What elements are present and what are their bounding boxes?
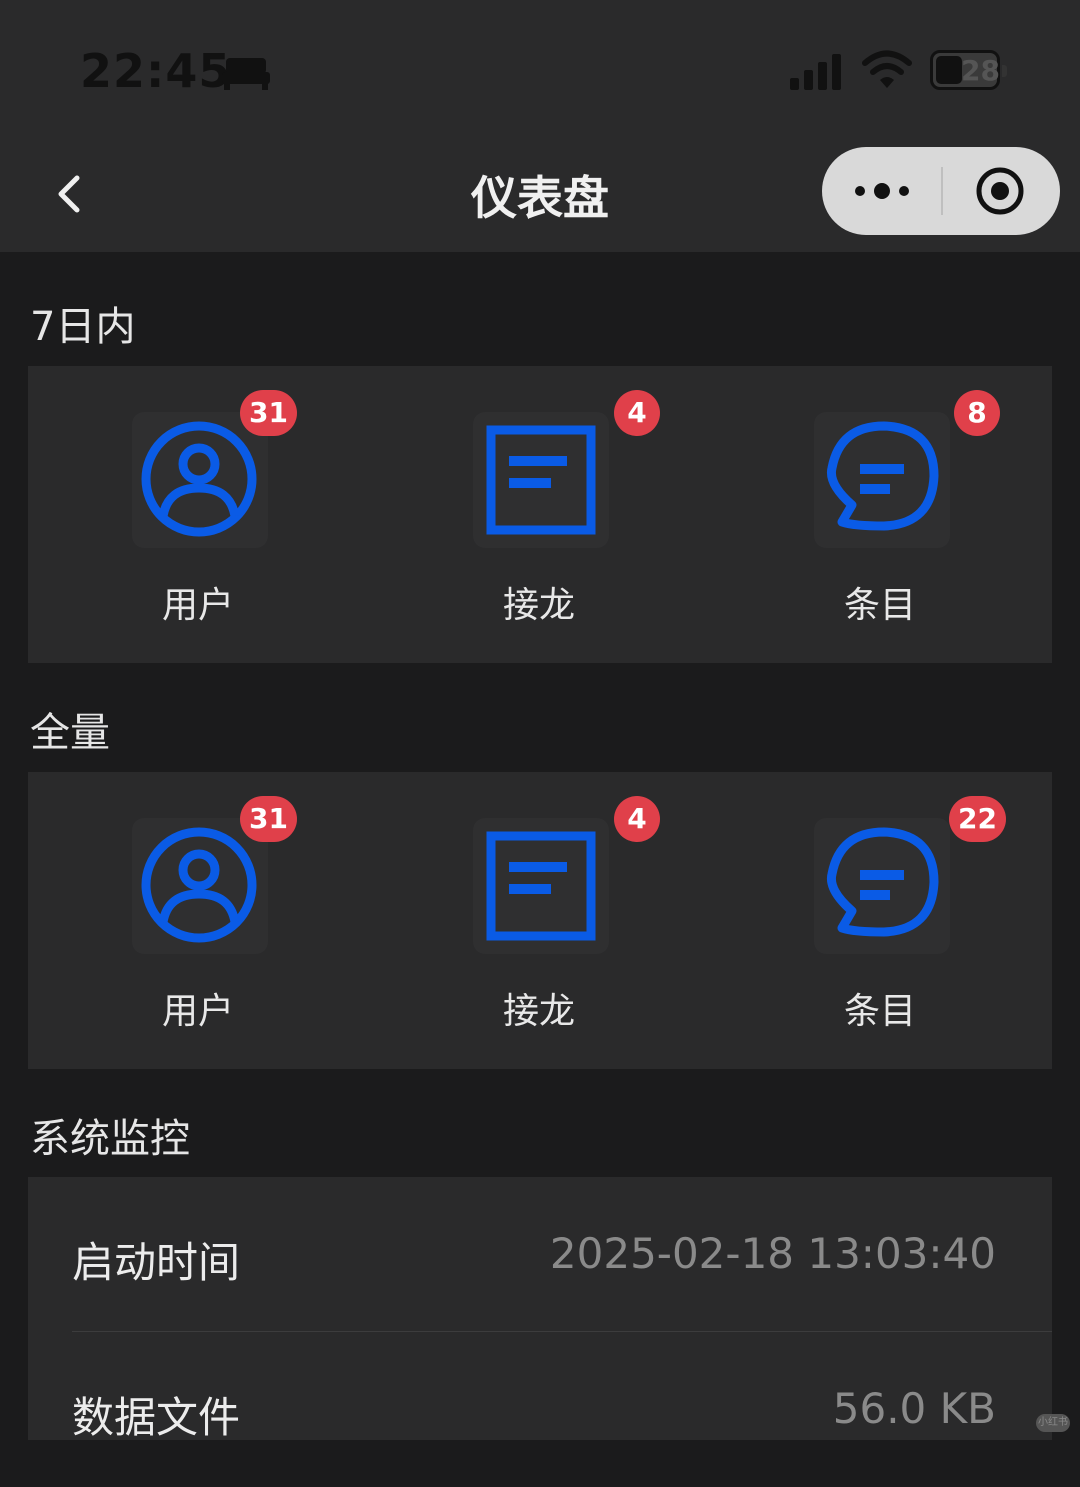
chat-icon — [826, 827, 939, 937]
wifi-icon — [862, 50, 912, 88]
mini-program-capsule — [822, 147, 1060, 235]
card-label: 条目 — [843, 991, 916, 1032]
section-title-7days: 7日内 — [30, 304, 136, 350]
section-title-monitor: 系统监控 — [30, 1116, 190, 1162]
stat-card-users[interactable]: 31 用户 — [28, 366, 368, 663]
card-label: 用户 — [161, 991, 234, 1032]
battery-icon: 28 — [930, 50, 1007, 90]
section-title-total: 全量 — [30, 710, 110, 756]
more-dots-icon[interactable] — [850, 171, 914, 211]
bed-icon — [222, 58, 270, 90]
stat-card-entries[interactable]: 8 条目 — [710, 366, 1050, 663]
nav-bar: 仪表盘 — [0, 140, 1080, 252]
count-badge: 8 — [954, 390, 1000, 436]
icon-tile — [814, 412, 950, 548]
monitor-row-uptime: 启动时间 2025-02-18 13:03:40 — [28, 1177, 1052, 1332]
icon-tile — [814, 818, 950, 954]
monitor-panel: 启动时间 2025-02-18 13:03:40 数据文件 56.0 KB — [28, 1177, 1052, 1442]
count-badge: 4 — [614, 796, 660, 842]
stat-card-users[interactable]: 31 用户 — [28, 772, 368, 1069]
stats-panel-7days: 31 用户 4 接龙 8 条目 — [28, 366, 1052, 663]
card-label: 接龙 — [502, 585, 575, 626]
row-label: 启动时间 — [72, 1238, 241, 1287]
stat-card-relay[interactable]: 4 接龙 — [369, 772, 709, 1069]
document-icon — [486, 831, 596, 941]
chat-icon — [826, 421, 939, 531]
signal-icon — [790, 54, 841, 90]
row-value: 2025-02-18 13:03:40 — [549, 1229, 996, 1278]
row-value: 56.0 KB — [832, 1384, 996, 1433]
icon-tile — [132, 818, 268, 954]
stats-panel-total: 31 用户 4 接龙 22 条目 — [28, 772, 1052, 1069]
row-label: 数据文件 — [72, 1393, 241, 1442]
count-badge: 31 — [240, 796, 297, 842]
icon-tile — [473, 412, 609, 548]
icon-tile — [473, 818, 609, 954]
battery-level: 28 — [961, 54, 1000, 87]
user-icon — [141, 827, 257, 943]
status-bar: 22:45 28 — [0, 0, 1080, 140]
count-badge: 31 — [240, 390, 297, 436]
icon-tile — [132, 412, 268, 548]
document-icon — [486, 425, 596, 535]
card-label: 条目 — [843, 585, 916, 626]
target-icon[interactable] — [974, 165, 1026, 217]
stat-card-relay[interactable]: 4 接龙 — [369, 366, 709, 663]
card-label: 用户 — [161, 585, 234, 626]
monitor-row-datafile: 数据文件 56.0 KB — [28, 1332, 1052, 1487]
user-icon — [141, 421, 257, 537]
count-badge: 4 — [614, 390, 660, 436]
card-label: 接龙 — [502, 991, 575, 1032]
count-badge: 22 — [949, 796, 1006, 842]
status-time: 22:45 — [80, 44, 232, 98]
stat-card-entries[interactable]: 22 条目 — [710, 772, 1050, 1069]
watermark-logo: 小红书 — [1036, 1414, 1070, 1432]
